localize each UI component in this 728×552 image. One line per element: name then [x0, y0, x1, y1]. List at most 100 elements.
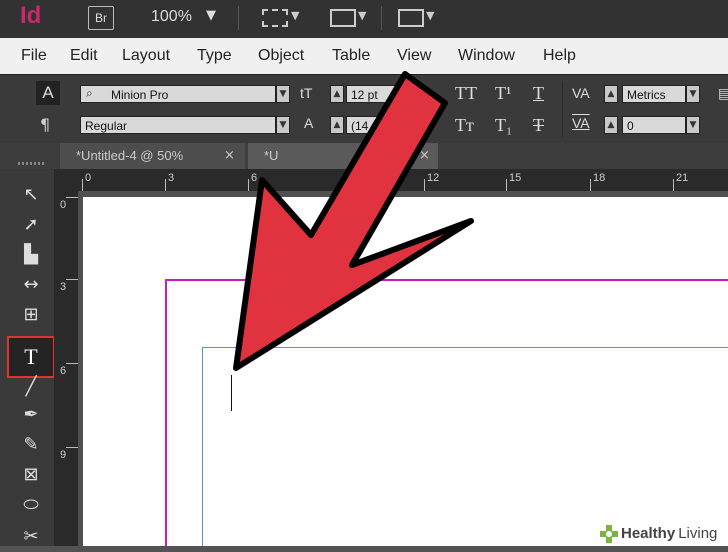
ruler-label: 9: [60, 449, 67, 461]
menu-file[interactable]: File: [21, 47, 47, 65]
ruler-tick: [673, 179, 674, 191]
ruler-label: 18: [593, 172, 606, 184]
ruler-tick: [590, 179, 591, 191]
application-bar: Id Br 100% ▼ ▼ ▼ ▼: [0, 0, 728, 38]
panel-more-icon[interactable]: ▤: [718, 85, 728, 102]
ruler-label: 15: [509, 172, 522, 184]
menu-view[interactable]: View: [397, 47, 431, 65]
ruler-label: 6: [60, 365, 67, 377]
search-icon: ⌕: [86, 86, 93, 100]
tab-label: *Untitled-4 @ 50%: [76, 148, 184, 163]
ruler-tick: [82, 179, 83, 191]
zoom-dropdown-icon[interactable]: ▼: [206, 8, 216, 23]
toolbox-grip[interactable]: [18, 162, 44, 165]
superscript-icon[interactable]: T¹: [495, 83, 511, 104]
ruler-label: 0: [60, 199, 67, 211]
tab-close-icon[interactable]: ×: [419, 143, 430, 169]
arrange-documents-dropdown-icon[interactable]: ▼: [426, 9, 434, 22]
ruler-tick: [66, 279, 78, 280]
menu-table[interactable]: Table: [332, 47, 370, 65]
kerning-field[interactable]: Metrics: [622, 85, 686, 103]
font-style-dropdown-icon[interactable]: ▼: [276, 116, 290, 134]
kerning-dropdown-icon[interactable]: ▼: [686, 85, 700, 103]
menu-layout[interactable]: Layout: [122, 47, 170, 65]
view-options-dropdown-icon[interactable]: ▼: [291, 9, 299, 22]
menu-window[interactable]: Window: [458, 47, 515, 65]
ruler-tick: [424, 179, 425, 191]
zoom-level[interactable]: 100%: [151, 8, 192, 26]
ruler-tick: [248, 179, 249, 191]
pen-tool-icon[interactable]: ✒: [14, 400, 48, 430]
menu-edit[interactable]: Edit: [70, 47, 98, 65]
selection-tool-icon[interactable]: ↖: [14, 180, 48, 210]
leading-stepper-icon[interactable]: ▲: [330, 116, 344, 134]
ruler-tick: [165, 179, 166, 191]
divider: [381, 6, 382, 30]
tracking-icon: VA: [572, 115, 590, 131]
ruler-tick: [506, 179, 507, 191]
ellipse-tool-icon[interactable]: ⬭: [14, 490, 48, 520]
text-cursor: [231, 375, 232, 411]
control-panel: A ¶ Minion Pro ⌕ ▼ Regular ▼ tT ▲ 12 pt …: [0, 74, 728, 143]
content-collector-icon[interactable]: ⊞: [14, 300, 48, 330]
watermark-brand-suffix: Living: [678, 525, 718, 542]
pencil-tool-icon[interactable]: ✎: [14, 430, 48, 460]
tab-label: *U: [264, 148, 279, 163]
menu-type[interactable]: Type: [197, 47, 232, 65]
tracking-field[interactable]: 0: [622, 116, 686, 134]
ruler-label: 0: [85, 172, 92, 184]
paragraph-controls-button[interactable]: ¶: [40, 115, 50, 134]
healthy-living-logo-icon: [600, 524, 618, 543]
character-controls-button[interactable]: A: [36, 81, 60, 105]
direct-selection-tool-icon[interactable]: ➚: [14, 210, 48, 240]
font-size-stepper-icon[interactable]: ▲: [330, 85, 344, 103]
ruler-tick: [66, 197, 78, 198]
underline-icon[interactable]: T: [533, 83, 544, 104]
font-size-icon: tT: [300, 85, 313, 101]
line-tool-icon[interactable]: ╱: [14, 372, 48, 402]
screen-mode-dropdown-icon[interactable]: ▼: [358, 9, 366, 22]
text-frame[interactable]: [202, 347, 728, 546]
document-tab-bar: *Untitled-4 @ 50% × *U ×: [0, 143, 728, 169]
font-size-field[interactable]: 12 pt: [346, 85, 398, 103]
watermark-brand: Healthy: [621, 525, 676, 542]
vertical-ruler[interactable]: 0 3 6 9: [54, 191, 78, 546]
divider: [562, 81, 563, 137]
tracking-stepper-icon[interactable]: ▲: [604, 116, 618, 134]
font-family-field[interactable]: Minion Pro: [80, 85, 276, 103]
tab-untitled-4[interactable]: *Untitled-4 @ 50%: [60, 143, 245, 169]
ruler-origin[interactable]: [54, 169, 78, 191]
view-options-icon[interactable]: [262, 9, 288, 27]
bridge-button[interactable]: Br: [88, 6, 114, 30]
scissors-tool-icon[interactable]: ✂: [14, 522, 48, 552]
ruler-label: 3: [60, 281, 67, 293]
ruler-tick: [66, 447, 78, 448]
subscript-icon[interactable]: T₁: [495, 115, 512, 136]
ruler-label: 6: [251, 172, 258, 184]
horizontal-ruler[interactable]: 0 3 6 12 15 18 21: [78, 169, 728, 191]
gap-tool-icon[interactable]: ↔: [14, 270, 48, 300]
tab-close-icon[interactable]: ×: [224, 143, 235, 169]
watermark: Healthy Living: [596, 521, 728, 546]
strikethrough-icon[interactable]: T: [533, 115, 544, 136]
rectangle-frame-tool-icon[interactable]: ⊠: [14, 460, 48, 490]
indesign-logo: Id: [20, 2, 42, 29]
font-style-field[interactable]: Regular: [80, 116, 276, 134]
kerning-stepper-icon[interactable]: ▲: [604, 85, 618, 103]
menu-object[interactable]: Object: [258, 47, 304, 65]
leading-icon: A: [304, 115, 314, 131]
menu-help[interactable]: Help: [543, 47, 576, 65]
tab-active-document[interactable]: *U: [248, 143, 438, 169]
font-family-dropdown-icon[interactable]: ▼: [276, 85, 290, 103]
ruler-label: 3: [168, 172, 175, 184]
ruler-tick: [66, 363, 78, 364]
screen-mode-icon[interactable]: [330, 9, 356, 27]
all-caps-icon[interactable]: TT: [455, 83, 477, 104]
small-caps-icon[interactable]: Tт: [455, 115, 474, 136]
arrange-documents-icon[interactable]: [398, 9, 424, 27]
ruler-label: 21: [676, 172, 689, 184]
tracking-dropdown-icon[interactable]: ▼: [686, 116, 700, 134]
kerning-icon: VA: [572, 85, 590, 101]
page-tool-icon[interactable]: ▙: [14, 240, 48, 270]
leading-field[interactable]: (14: [346, 116, 398, 134]
